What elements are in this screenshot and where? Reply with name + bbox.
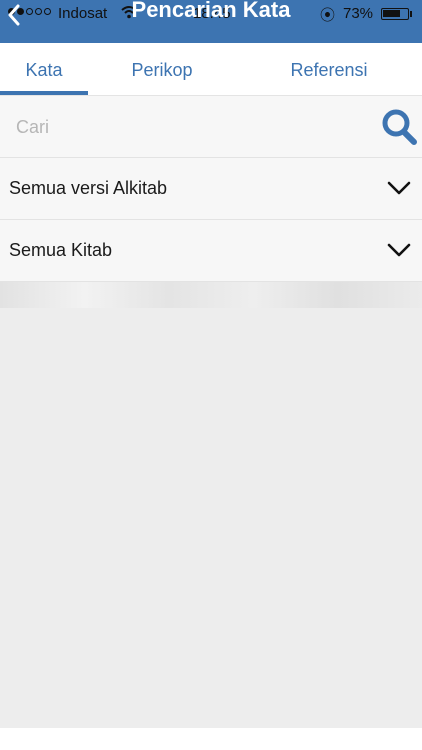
tab-kata[interactable]: Kata: [0, 43, 88, 95]
app-header: Indosat 18.45 ⦿ 73% Pencarian Kata: [0, 0, 422, 43]
chevron-down-icon: [387, 242, 411, 263]
version-select-label: Semua versi Alkitab: [9, 178, 168, 198]
search-icon[interactable]: [379, 107, 419, 152]
tab-label: Referensi: [290, 60, 368, 80]
book-select-label: Semua Kitab: [9, 240, 113, 260]
book-select[interactable]: Semua Kitab: [0, 220, 422, 282]
bottom-edge: [0, 728, 422, 750]
results-divider: [0, 282, 422, 308]
tab-perikop[interactable]: Perikop: [88, 43, 236, 95]
page-title: Pencarian Kata: [131, 0, 291, 22]
chevron-down-icon: [387, 180, 411, 201]
search-bar: [0, 96, 422, 158]
tab-label: Kata: [25, 60, 63, 80]
version-select[interactable]: Semua versi Alkitab: [0, 158, 422, 220]
tab-bar: Kata Perikop Referensi: [0, 43, 422, 96]
search-input[interactable]: [14, 110, 368, 144]
tab-label: Perikop: [131, 60, 193, 80]
tab-referensi[interactable]: Referensi: [236, 43, 422, 95]
active-tab-indicator: [0, 91, 88, 95]
